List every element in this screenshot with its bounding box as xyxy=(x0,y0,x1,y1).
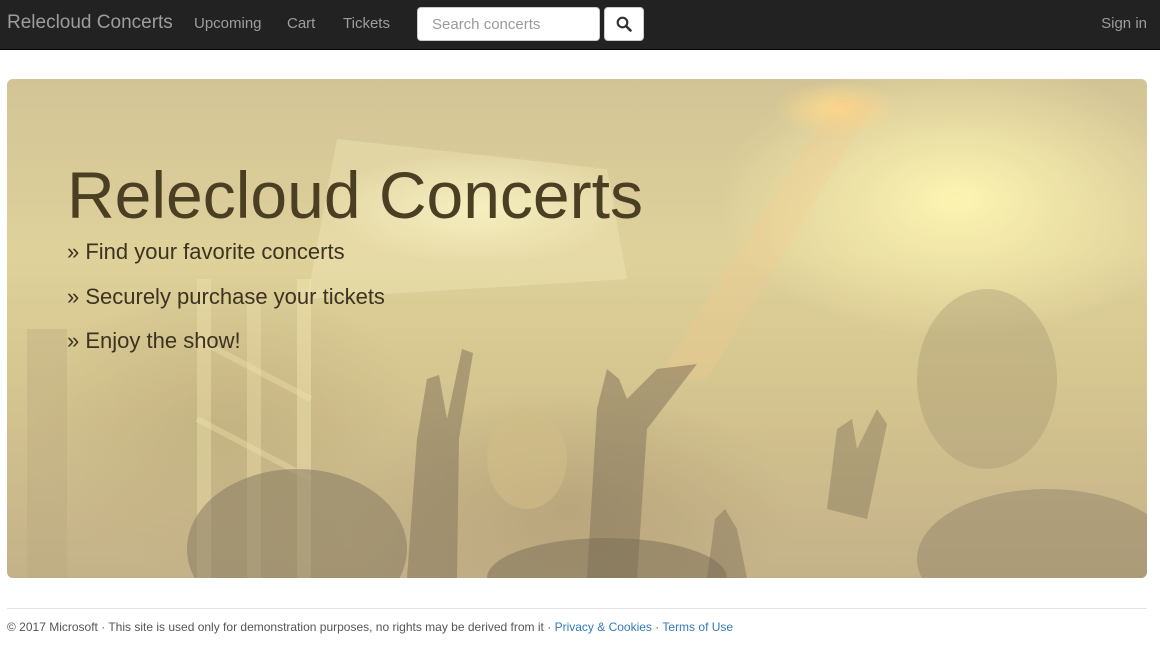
nav-upcoming[interactable]: Upcoming xyxy=(194,15,262,33)
footer-separator: · xyxy=(651,620,663,634)
privacy-link[interactable]: Privacy & Cookies xyxy=(555,620,652,634)
hero-title: Relecloud Concerts xyxy=(67,158,643,232)
footer: © 2017 Microsoft · This site is used onl… xyxy=(7,620,733,634)
nav-tickets[interactable]: Tickets xyxy=(343,15,390,33)
top-navbar: Relecloud Concerts Upcoming Cart Tickets… xyxy=(0,0,1160,50)
nav-cart[interactable]: Cart xyxy=(287,15,315,33)
footer-disclaimer: This site is used only for demonstration… xyxy=(108,620,544,634)
hero-line-find: » Find your favorite concerts xyxy=(67,239,345,264)
search-icon xyxy=(616,16,632,32)
footer-separator: · xyxy=(97,620,109,634)
hero-jumbotron: Relecloud Concerts » Find your favorite … xyxy=(7,79,1147,578)
footer-copyright: © 2017 Microsoft xyxy=(7,620,98,634)
footer-divider xyxy=(7,608,1147,609)
hero-line-purchase: » Securely purchase your tickets xyxy=(67,284,385,309)
terms-link[interactable]: Terms of Use xyxy=(662,620,733,634)
sign-in-link[interactable]: Sign in xyxy=(1101,15,1147,33)
hero-line-enjoy: » Enjoy the show! xyxy=(67,328,241,353)
brand-link[interactable]: Relecloud Concerts xyxy=(7,12,173,34)
search-button[interactable] xyxy=(604,7,644,41)
search-input[interactable] xyxy=(417,7,600,41)
footer-separator: · xyxy=(543,620,555,634)
